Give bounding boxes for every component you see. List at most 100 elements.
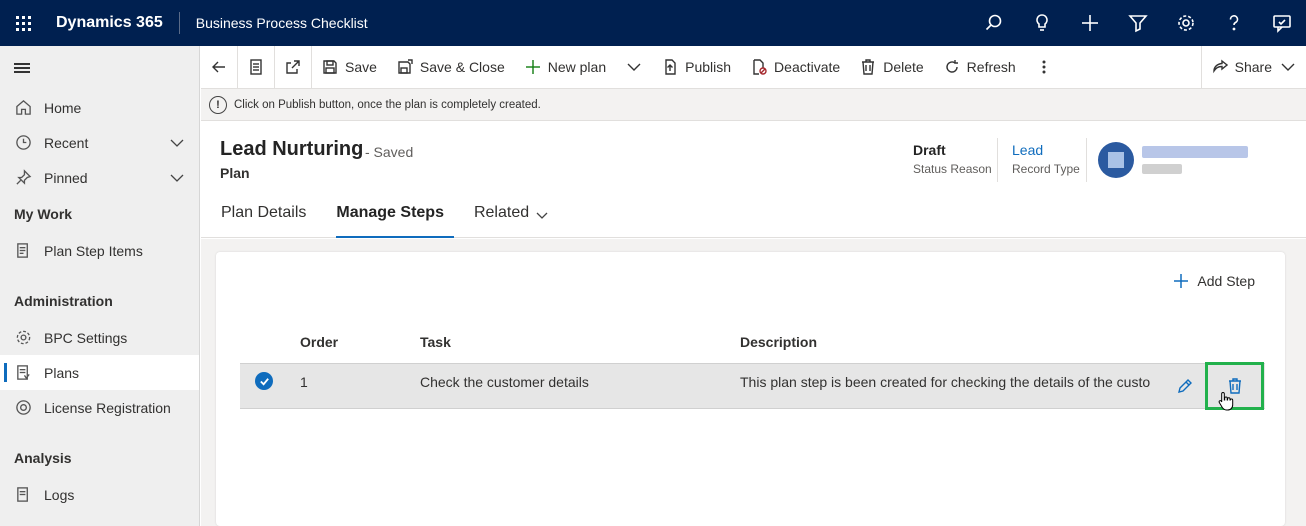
app-title[interactable]: Business Process Checklist [180, 15, 368, 31]
tab-plan-details[interactable]: Plan Details [201, 204, 316, 238]
table-row[interactable]: 1 Check the customer details This plan s… [240, 362, 1265, 411]
save-status: - Saved [365, 144, 414, 160]
sidebar-item-label: Plan Step Items [44, 242, 143, 259]
app-launcher-icon[interactable] [0, 0, 46, 46]
home-icon [14, 99, 32, 117]
back-button[interactable] [201, 46, 237, 89]
steps-card: Add Step Order Task Description 1 Check … [216, 252, 1285, 526]
refresh-button[interactable]: Refresh [934, 46, 1026, 89]
sidebar-item-label: Pinned [44, 169, 88, 186]
document-icon [14, 364, 32, 382]
save-close-label: Save & Close [419, 59, 505, 75]
delete-step-button[interactable] [1205, 362, 1264, 410]
sidebar-item-logs[interactable]: Logs [0, 477, 199, 512]
cell-task: Check the customer details [420, 374, 589, 390]
help-icon[interactable] [1210, 0, 1258, 46]
open-new-window-button[interactable] [275, 46, 311, 89]
column-header-description[interactable]: Description [740, 334, 817, 350]
tab-label: Manage Steps [336, 204, 444, 221]
tab-label: Related [473, 204, 530, 221]
sidebar-item-label: License Registration [44, 399, 171, 416]
publish-button[interactable]: Publish [652, 46, 741, 89]
gear-icon [14, 329, 32, 347]
new-plan-dropdown[interactable] [616, 46, 652, 89]
record-tabs: Plan Details Manage Steps Related [201, 204, 559, 238]
delete-button[interactable]: Delete [850, 46, 933, 89]
brand-name[interactable]: Dynamics 365 [46, 12, 180, 34]
sidebar-item-label: Recent [44, 134, 89, 151]
edit-pencil-icon[interactable] [1176, 377, 1194, 400]
sidebar-item-label: Logs [44, 486, 75, 503]
sidebar-item-recent[interactable]: Recent [0, 125, 199, 160]
hamburger-menu-icon[interactable] [0, 46, 199, 90]
sidebar-item-pinned[interactable]: Pinned [0, 160, 199, 195]
new-plan-button[interactable]: New plan [515, 46, 616, 89]
hand-pointer-icon [1218, 391, 1234, 416]
filter-icon[interactable] [1114, 0, 1162, 46]
save-button[interactable]: Save [312, 46, 387, 89]
record-title: Lead Nurturing [220, 138, 364, 160]
chevron-down-icon [627, 63, 641, 71]
avatar [1098, 142, 1134, 178]
owner-name-redacted [1142, 146, 1248, 158]
plus-icon[interactable] [1066, 0, 1114, 46]
info-icon: ! [209, 95, 227, 114]
delete-label: Delete [883, 59, 924, 75]
record-type-value[interactable]: Lead [1012, 142, 1080, 158]
gear-icon[interactable] [1162, 0, 1210, 46]
form-icon [250, 59, 262, 75]
record-type-field[interactable]: Lead Record Type [1012, 142, 1080, 176]
chat-icon[interactable] [1258, 0, 1306, 46]
trash-icon [862, 59, 875, 75]
deactivate-icon [753, 59, 767, 75]
publish-label: Publish [685, 59, 732, 75]
owner-field[interactable] [1098, 142, 1248, 178]
record-type-label: Record Type [1012, 162, 1080, 176]
sidebar-item-bpc-settings[interactable]: BPC Settings [0, 320, 199, 355]
publish-icon [665, 59, 676, 75]
column-header-task[interactable]: Task [420, 334, 451, 350]
cell-description: This plan step is been created for check… [740, 374, 1150, 390]
save-close-button[interactable]: Save & Close [387, 46, 515, 89]
refresh-label: Refresh [966, 59, 1016, 75]
tab-manage-steps[interactable]: Manage Steps [316, 204, 454, 238]
share-label: Share [1234, 59, 1272, 75]
sidebar-item-license-registration[interactable]: License Registration [0, 390, 199, 425]
owner-label-redacted [1142, 164, 1182, 174]
more-commands-button[interactable] [1026, 46, 1062, 89]
sidebar-item-home[interactable]: Home [0, 90, 199, 125]
tab-label: Plan Details [221, 204, 307, 221]
sidebar-item-plans[interactable]: Plans [0, 355, 199, 390]
add-step-label: Add Step [1197, 273, 1255, 289]
lightbulb-icon[interactable] [1018, 0, 1066, 46]
deactivate-button[interactable]: Deactivate [741, 46, 850, 89]
share-icon [1212, 59, 1228, 74]
chevron-down-icon[interactable] [169, 170, 185, 189]
report-icon [14, 486, 32, 504]
tab-related[interactable]: Related [454, 204, 559, 238]
sitemap-sidebar: Home Recent Pinned My Work Plan Step Ite… [0, 46, 200, 526]
badge-icon [14, 399, 32, 417]
column-header-order[interactable]: Order [300, 334, 338, 350]
sidebar-item-plan-step-items[interactable]: Plan Step Items [0, 233, 199, 268]
pin-icon [14, 169, 32, 187]
clock-icon [14, 134, 32, 152]
share-button[interactable]: Share [1200, 45, 1306, 89]
entity-name: Plan [220, 165, 250, 181]
row-checkbox[interactable] [255, 372, 273, 390]
search-icon[interactable] [970, 0, 1018, 46]
chevron-down-icon[interactable] [169, 135, 185, 154]
refresh-icon [945, 60, 958, 73]
popout-icon [286, 60, 300, 74]
sidebar-group-title: Administration [14, 293, 113, 309]
chevron-down-icon [536, 212, 548, 219]
plus-icon [1174, 274, 1189, 288]
plus-icon [525, 60, 540, 74]
form-view-button[interactable] [238, 46, 274, 89]
add-step-button[interactable]: Add Step [1173, 273, 1255, 289]
deactivate-label: Deactivate [774, 59, 841, 75]
record-header: Lead Nurturing - Saved Plan Draft Status… [201, 122, 1306, 238]
save-close-icon [398, 59, 413, 74]
sidebar-item-label: Home [44, 99, 82, 116]
command-bar: Save Save & Close New plan Publish Deact… [201, 45, 1306, 89]
